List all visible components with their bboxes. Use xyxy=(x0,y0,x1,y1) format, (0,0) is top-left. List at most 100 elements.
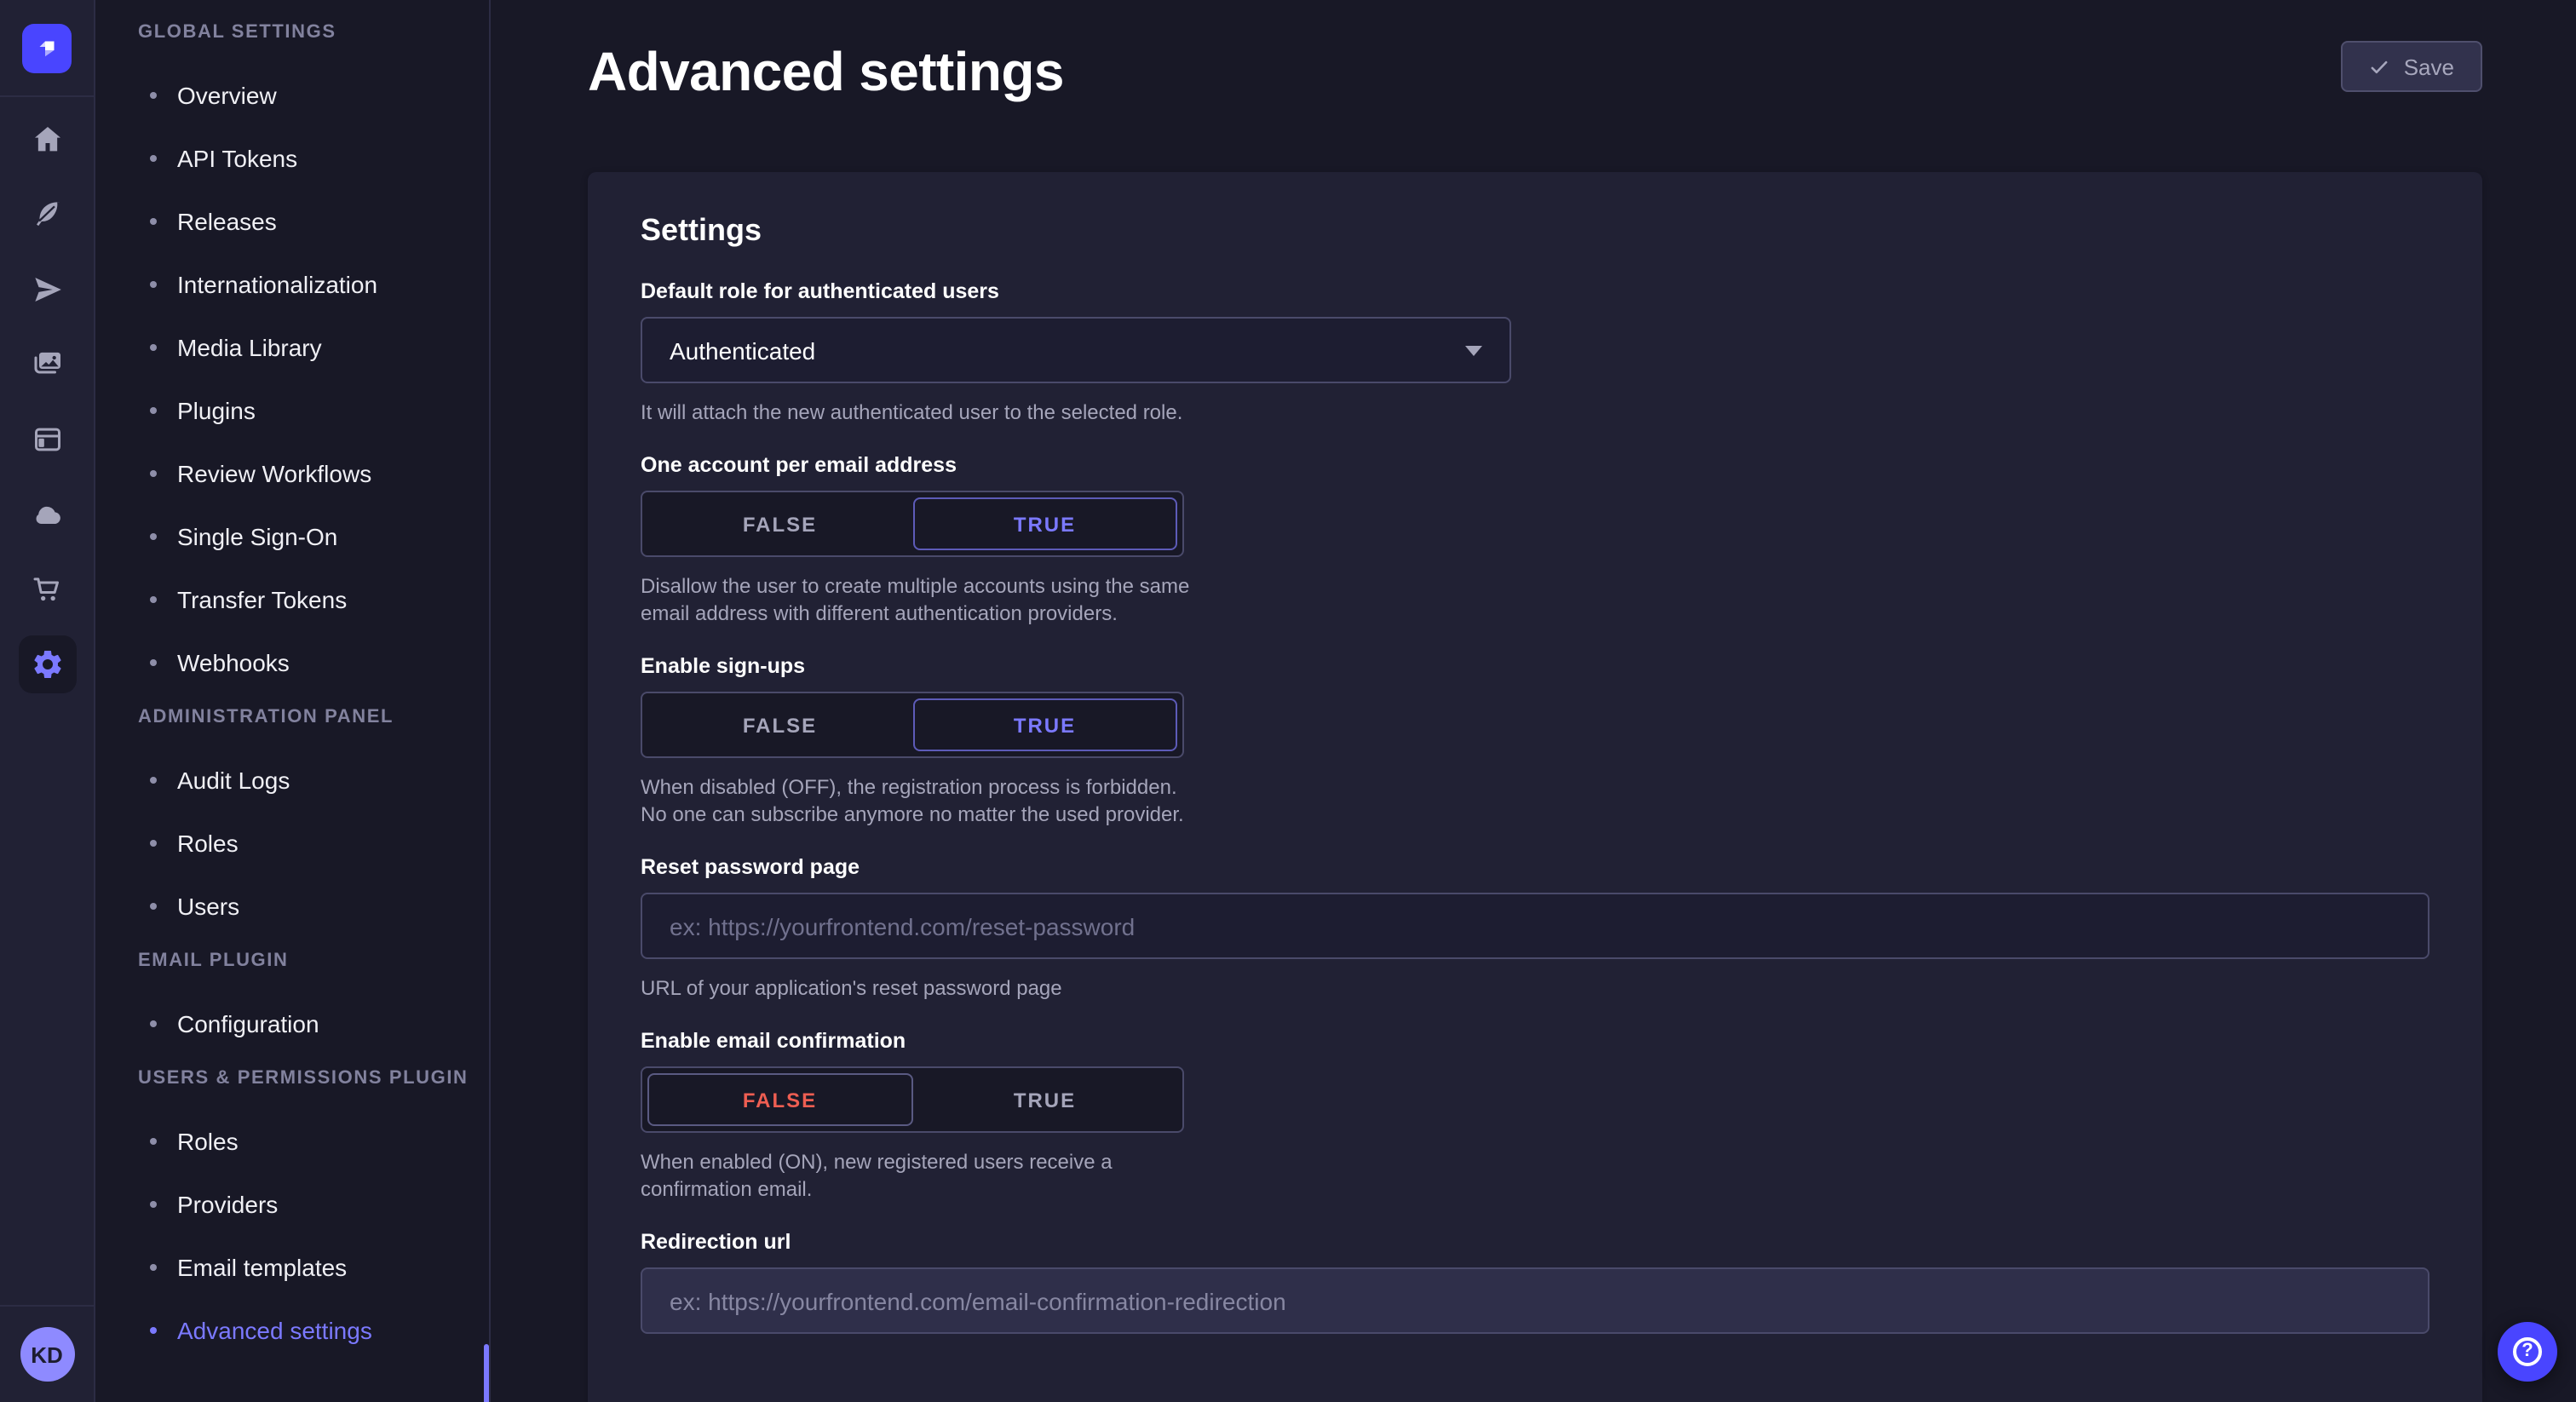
bullet-icon xyxy=(150,533,157,540)
field-hint: Disallow the user to create multiple acc… xyxy=(641,572,1206,627)
sidebar-item-overview[interactable]: Overview xyxy=(95,75,488,116)
bullet-icon xyxy=(150,777,157,784)
sidebar-item-plugins[interactable]: Plugins xyxy=(95,390,488,431)
section-header: ADMINISTRATION PANEL xyxy=(95,705,488,729)
avatar[interactable]: KD xyxy=(20,1327,74,1382)
strapi-logo-icon[interactable] xyxy=(22,23,72,72)
toggle-option-false[interactable]: FALSE xyxy=(647,698,912,751)
save-button[interactable]: Save xyxy=(2341,41,2481,92)
sidebar-item-single-sign-on[interactable]: Single Sign-On xyxy=(95,516,488,557)
rail-icon-list xyxy=(0,97,94,1305)
avatar-section: KD xyxy=(0,1305,94,1402)
sidebar-item-configuration[interactable]: Configuration xyxy=(95,1003,488,1044)
bullet-icon xyxy=(150,155,157,162)
sidebar-item-advanced-settings[interactable]: Advanced settings xyxy=(95,1310,488,1351)
page-title: Advanced settings xyxy=(588,41,1064,104)
main-content: Advanced settings Save Settings Default … xyxy=(490,0,2576,1402)
bullet-icon xyxy=(150,92,157,99)
sidebar-item-up-roles[interactable]: Roles xyxy=(95,1121,488,1162)
settings-sidebar: GLOBAL SETTINGS Overview API Tokens Rele… xyxy=(95,0,490,1402)
section-users-permissions-plugin: USERS & PERMISSIONS PLUGIN Roles Provide… xyxy=(95,1066,488,1351)
bullet-icon xyxy=(150,840,157,847)
feather-icon[interactable] xyxy=(18,186,76,244)
field-email-confirmation: Enable email confirmation FALSE TRUE Whe… xyxy=(641,1029,2429,1203)
sidebar-item-users[interactable]: Users xyxy=(95,886,488,927)
field-redirection-url: Redirection url xyxy=(641,1230,2429,1334)
media-library-icon[interactable] xyxy=(18,336,76,394)
bullet-icon xyxy=(150,596,157,603)
toggle-option-false[interactable]: FALSE xyxy=(647,1073,912,1126)
enable-signups-toggle: FALSE TRUE xyxy=(641,692,1184,758)
field-label: One account per email address xyxy=(641,453,2429,477)
bullet-icon xyxy=(150,1138,157,1145)
bullet-icon xyxy=(150,218,157,225)
redirection-url-input[interactable] xyxy=(641,1267,2429,1334)
field-default-role: Default role for authenticated users Aut… xyxy=(641,279,2429,426)
bullet-icon xyxy=(150,1327,157,1334)
field-label: Enable email confirmation xyxy=(641,1029,2429,1053)
field-label: Enable sign-ups xyxy=(641,654,2429,678)
sidebar-item-transfer-tokens[interactable]: Transfer Tokens xyxy=(95,579,488,620)
one-account-toggle: FALSE TRUE xyxy=(641,491,1184,557)
sidebar-item-releases[interactable]: Releases xyxy=(95,201,488,242)
field-one-account: One account per email address FALSE TRUE… xyxy=(641,453,2429,627)
sidebar-item-review-workflows[interactable]: Review Workflows xyxy=(95,453,488,494)
check-icon xyxy=(2368,55,2390,78)
sidebar-item-email-templates[interactable]: Email templates xyxy=(95,1247,488,1288)
home-icon[interactable] xyxy=(18,111,76,169)
default-role-select[interactable]: Authenticated xyxy=(641,317,1511,383)
field-label: Default role for authenticated users xyxy=(641,279,2429,303)
sidebar-item-webhooks[interactable]: Webhooks xyxy=(95,642,488,683)
toggle-option-false[interactable]: FALSE xyxy=(647,497,912,550)
section-header: GLOBAL SETTINGS xyxy=(95,20,488,44)
bullet-icon xyxy=(150,1264,157,1271)
logo-section xyxy=(0,0,94,97)
nav-rail: KD xyxy=(0,0,95,1402)
field-reset-password: Reset password page URL of your applicat… xyxy=(641,855,2429,1002)
help-button[interactable]: ? xyxy=(2498,1322,2557,1382)
bullet-icon xyxy=(150,903,157,910)
toggle-option-true[interactable]: TRUE xyxy=(912,497,1177,550)
sidebar-item-providers[interactable]: Providers xyxy=(95,1184,488,1225)
sidebar-item-internationalization[interactable]: Internationalization xyxy=(95,264,488,305)
bullet-icon xyxy=(150,1020,157,1027)
active-item-indicator xyxy=(483,1344,488,1402)
settings-panel: Settings Default role for authenticated … xyxy=(588,172,2481,1402)
sidebar-item-audit-logs[interactable]: Audit Logs xyxy=(95,760,488,801)
bullet-icon xyxy=(150,470,157,477)
chevron-down-icon xyxy=(1465,345,1482,355)
toggle-option-true[interactable]: TRUE xyxy=(912,698,1177,751)
email-confirmation-toggle: FALSE TRUE xyxy=(641,1066,1184,1133)
strapi-glyph xyxy=(34,35,60,60)
field-label: Redirection url xyxy=(641,1230,2429,1254)
panel-title: Settings xyxy=(641,213,2429,249)
field-enable-signups: Enable sign-ups FALSE TRUE When disabled… xyxy=(641,654,2429,828)
field-hint: When enabled (ON), new registered users … xyxy=(641,1148,1206,1203)
cloud-icon[interactable] xyxy=(18,486,76,543)
page-header: Advanced settings Save xyxy=(588,41,2481,109)
select-value: Authenticated xyxy=(670,336,815,364)
section-global-settings: GLOBAL SETTINGS Overview API Tokens Rele… xyxy=(95,20,488,683)
section-header: EMAIL PLUGIN xyxy=(95,949,488,973)
marketplace-cart-icon[interactable] xyxy=(18,560,76,618)
section-header: USERS & PERMISSIONS PLUGIN xyxy=(95,1066,488,1090)
bullet-icon xyxy=(150,281,157,288)
sidebar-item-admin-roles[interactable]: Roles xyxy=(95,823,488,864)
sidebar-item-media-library[interactable]: Media Library xyxy=(95,327,488,368)
app-root: KD GLOBAL SETTINGS Overview API Tokens R… xyxy=(0,0,2576,1402)
sidebar-item-api-tokens[interactable]: API Tokens xyxy=(95,138,488,179)
paper-plane-icon[interactable] xyxy=(18,261,76,319)
field-hint: URL of your application's reset password… xyxy=(641,974,2429,1002)
field-label: Reset password page xyxy=(641,855,2429,879)
question-mark-icon: ? xyxy=(2513,1337,2542,1366)
settings-gear-icon[interactable] xyxy=(18,635,76,693)
bullet-icon xyxy=(150,659,157,666)
field-hint: When disabled (OFF), the registration pr… xyxy=(641,773,1206,828)
layout-icon[interactable] xyxy=(18,411,76,468)
section-administration-panel: ADMINISTRATION PANEL Audit Logs Roles Us… xyxy=(95,705,488,927)
bullet-icon xyxy=(150,1201,157,1208)
bullet-icon xyxy=(150,344,157,351)
toggle-option-true[interactable]: TRUE xyxy=(912,1073,1177,1126)
section-email-plugin: EMAIL PLUGIN Configuration xyxy=(95,949,488,1044)
reset-password-input[interactable] xyxy=(641,893,2429,959)
